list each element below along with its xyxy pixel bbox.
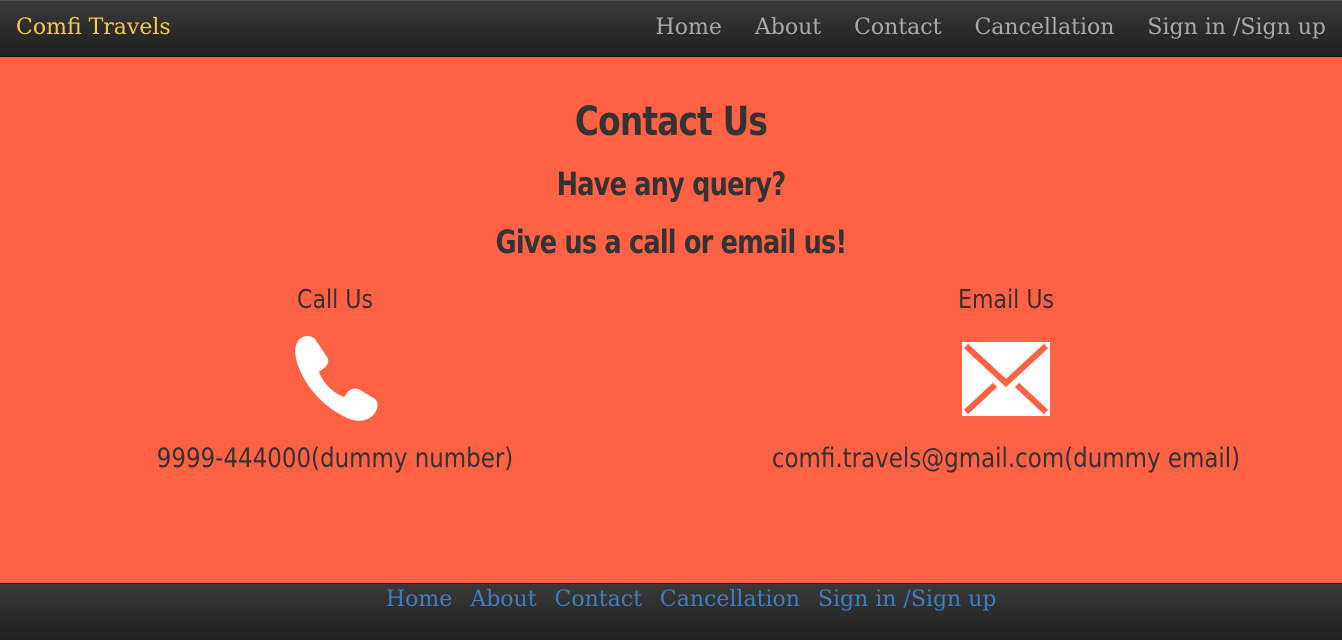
nav-home-link[interactable]: Home [656, 15, 722, 40]
phone-icon [295, 336, 378, 421]
footer: Home About Contact Cancellation Sign in … [0, 583, 1342, 640]
page-subtitle: Have any query? [556, 165, 787, 203]
phone-number: 9999-444000(dummy number) [156, 443, 514, 474]
page-title: Contact Us [574, 99, 768, 145]
footer-nav: Home About Contact Cancellation Sign in … [386, 587, 1014, 612]
nav-contact-link[interactable]: Contact [854, 15, 941, 40]
top-navbar: Comfi Travels Home About Contact Cancell… [0, 0, 1342, 57]
footer-contact-link[interactable]: Contact [555, 587, 642, 612]
brand-link[interactable]: Comfi Travels [16, 15, 171, 40]
contact-section: Contact Us Have any query? Give us a cal… [0, 57, 1342, 583]
nav-about-link[interactable]: About [755, 15, 821, 40]
email-us-column: Email Us comfi.travels@gmail.com(dummy e… [676, 285, 1336, 474]
footer-home-link[interactable]: Home [386, 587, 452, 612]
email-us-heading: Email Us [957, 285, 1055, 315]
email-address: comfi.travels@gmail.com(dummy email) [771, 443, 1241, 474]
page-tagline: Give us a call or email us! [495, 223, 847, 261]
call-us-heading: Call Us [297, 285, 373, 315]
footer-about-link[interactable]: About [470, 587, 536, 612]
call-us-column: Call Us 9999-444000(dummy number) [5, 285, 665, 474]
nav-signin-link[interactable]: Sign in /Sign up [1147, 15, 1326, 40]
nav-cancellation-link[interactable]: Cancellation [974, 15, 1114, 40]
envelope-icon [962, 342, 1050, 416]
nav-menu: Home About Contact Cancellation Sign in … [623, 15, 1326, 40]
footer-cancellation-link[interactable]: Cancellation [660, 587, 800, 612]
footer-signin-link[interactable]: Sign in /Sign up [818, 587, 997, 612]
